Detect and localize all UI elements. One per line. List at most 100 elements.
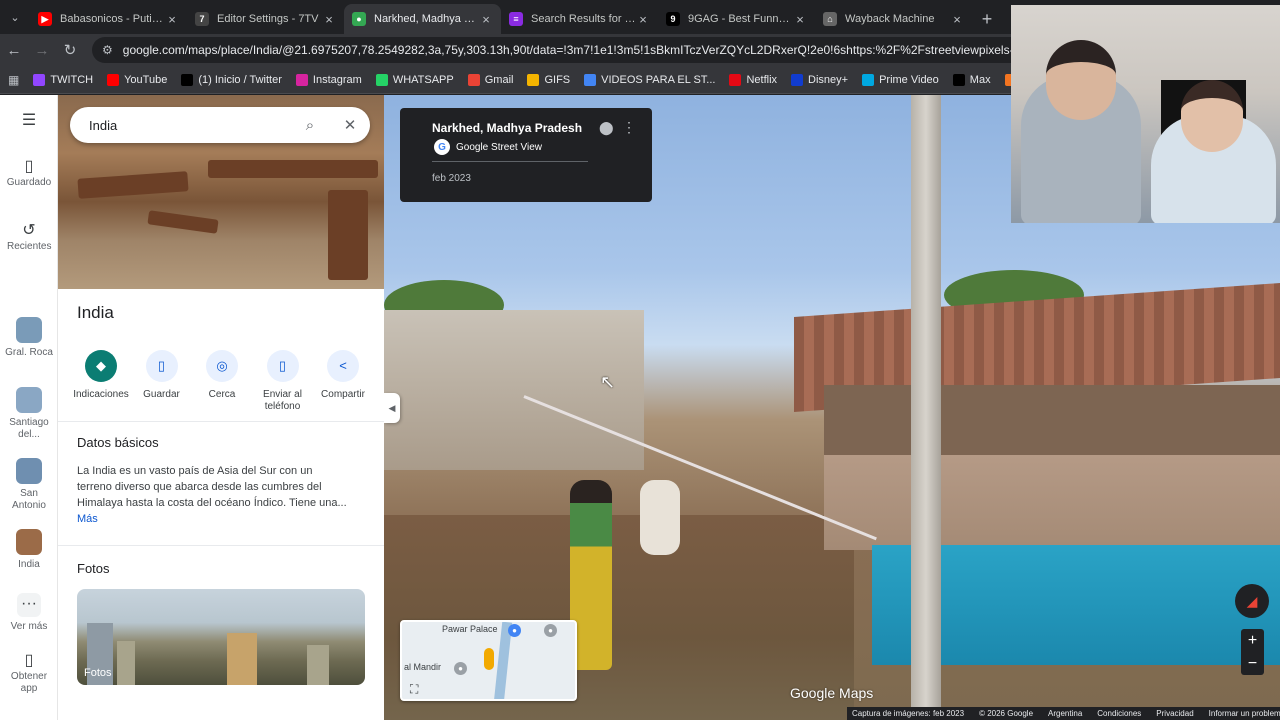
bookmark-label: Disney+ <box>808 73 849 86</box>
compass-icon[interactable]: ◢ <box>1235 584 1269 618</box>
close-tab-icon[interactable]: × <box>793 12 807 27</box>
bookmark-item[interactable]: GIFS <box>527 73 570 86</box>
zoom-out-button[interactable]: − <box>1241 652 1264 675</box>
poi-marker-icon[interactable]: ● <box>454 662 467 675</box>
tab[interactable]: ⌂ Wayback Machine × <box>815 4 972 34</box>
bookmark-icon: ▯ <box>145 350 178 382</box>
bookmark-item[interactable]: Disney+ <box>791 73 849 86</box>
bookmark-item[interactable]: WHATSAPP <box>375 73 454 86</box>
ruin-wall <box>208 160 378 178</box>
bookmark-item[interactable]: (1) Inicio / Twitter <box>181 73 282 86</box>
close-tab-icon[interactable]: × <box>636 12 650 27</box>
more-link[interactable]: Más <box>77 513 98 525</box>
collapse-panel-button[interactable]: ◀ <box>384 393 400 423</box>
person-head <box>1181 80 1243 152</box>
tab-search-chevron-icon[interactable]: ⌄ <box>0 0 30 34</box>
close-tab-icon[interactable]: × <box>165 12 179 27</box>
close-tab-icon[interactable]: × <box>322 12 336 27</box>
place-title: India <box>77 303 114 322</box>
tab[interactable]: 7 Editor Settings - 7TV × <box>187 4 344 34</box>
cow <box>640 480 680 555</box>
tab[interactable]: ≡ Search Results for 'act × <box>501 4 658 34</box>
phone-icon: ▯ <box>24 652 34 669</box>
tab[interactable]: ● Narkhed, Madhya Prad × <box>344 4 501 34</box>
nearby-icon: ◎ <box>206 350 238 382</box>
close-tab-icon[interactable]: × <box>479 12 493 27</box>
more-options-icon[interactable]: ⋮ <box>622 119 636 136</box>
footer-link[interactable]: Argentina <box>1048 709 1082 718</box>
close-tab-icon[interactable]: × <box>950 12 964 27</box>
ruin-wall <box>77 171 189 199</box>
site-info-icon[interactable]: ⚙ <box>102 43 113 57</box>
footer-link[interactable]: © 2026 Google <box>979 709 1033 718</box>
forward-button[interactable]: → <box>28 36 56 64</box>
recent-place-thumbnail <box>16 458 42 484</box>
new-tab-button[interactable]: + <box>972 4 1002 34</box>
action-label: Guardar <box>143 389 180 400</box>
bookmark-item[interactable]: Prime Video <box>862 73 939 86</box>
footer-link[interactable]: Privacidad <box>1156 709 1193 718</box>
recent-place[interactable]: Santiago del... <box>0 387 58 441</box>
apps-icon[interactable]: ▦ <box>8 73 19 87</box>
photos-thumbnail[interactable]: Fotos <box>77 589 365 685</box>
tab-title: Babasonicos - Putita ( <box>60 13 165 25</box>
tab[interactable]: ▶ Babasonicos - Putita ( × <box>30 4 187 34</box>
tab[interactable]: 9 9GAG - Best Funny Me × <box>658 4 815 34</box>
action-share[interactable]: < Compartir <box>314 350 372 413</box>
recent-place[interactable]: San Antonio <box>0 458 58 512</box>
action-directions[interactable]: ◆ Indicaciones <box>72 350 130 413</box>
search-box[interactable]: India ⌕ ✕ <box>70 107 370 143</box>
more-dots-icon: ··· <box>17 593 41 617</box>
more-button[interactable]: ··· Ver más <box>0 593 58 633</box>
action-label: Cerca <box>208 389 236 400</box>
disney-icon <box>791 73 804 86</box>
recent-button[interactable]: ↺ Recientes <box>0 222 58 253</box>
location-pin-icon[interactable]: ⬤ <box>599 120 614 136</box>
recent-place-label: India <box>18 559 40 570</box>
pegman-icon[interactable] <box>484 648 494 670</box>
footer-link[interactable]: Informar un problema <box>1209 709 1280 718</box>
maps-pin-icon: ● <box>352 12 366 26</box>
url-text: google.com/maps/place/India/@21.6975207,… <box>122 43 1089 57</box>
recent-place[interactable]: India <box>0 529 58 571</box>
capture-date[interactable]: feb 2023 <box>432 173 471 184</box>
zoom-in-button[interactable]: + <box>1241 629 1264 652</box>
bookmark-item[interactable]: YouTube <box>107 73 167 86</box>
bookmark-item[interactable]: Gmail <box>467 73 513 86</box>
action-nearby[interactable]: ◎ Cerca <box>193 350 251 413</box>
search-icon[interactable]: ⌕ <box>290 117 330 134</box>
minimap[interactable]: Pawar Palace al Mandir ● ● ● ⛶ <box>400 620 577 701</box>
house-wall <box>824 385 1280 455</box>
bookmark-item[interactable]: Max <box>952 73 991 86</box>
footer-link[interactable]: Condiciones <box>1097 709 1141 718</box>
action-label: Compartir <box>321 389 365 400</box>
recent-place-label: Gral. Roca <box>5 347 53 358</box>
action-bookmark[interactable]: ▯ Guardar <box>133 350 191 413</box>
provider-text: Google Street View <box>456 141 542 153</box>
action-phone[interactable]: ▯ Enviar al teléfono <box>254 350 312 413</box>
back-button[interactable]: ← <box>0 36 28 64</box>
mouse-cursor-icon: ↖ <box>600 372 616 392</box>
saved-button[interactable]: ▯ Guardado <box>0 159 58 189</box>
history-icon: ↺ <box>22 222 36 239</box>
bookmark-item[interactable]: TWITCH <box>33 73 93 86</box>
bookmark-item[interactable]: Netflix <box>729 73 777 86</box>
photos-title: Fotos <box>77 561 110 576</box>
reload-button[interactable]: ↻ <box>56 36 84 64</box>
bookmark-item[interactable]: VIDEOS PARA EL ST... <box>584 73 715 86</box>
close-icon[interactable]: ✕ <box>330 116 370 134</box>
whatsapp-icon <box>375 73 388 86</box>
poi-marker-icon[interactable]: ● <box>544 624 557 637</box>
search-input[interactable]: India <box>89 118 290 133</box>
7tv-icon: 7 <box>195 12 209 26</box>
poi-marker-icon[interactable]: ● <box>508 624 521 637</box>
menu-button[interactable]: ☰ <box>0 113 58 131</box>
ruin-wall <box>328 190 368 280</box>
recent-place[interactable]: Gral. Roca <box>0 317 58 359</box>
fullscreen-icon[interactable]: ⛶ <box>410 682 418 697</box>
divider <box>58 545 384 546</box>
bookmark-item[interactable]: Instagram <box>295 73 362 86</box>
get-app-button[interactable]: ▯ Obtener app <box>0 652 58 695</box>
prime-icon <box>862 73 875 86</box>
action-label: Indicaciones <box>73 389 129 400</box>
